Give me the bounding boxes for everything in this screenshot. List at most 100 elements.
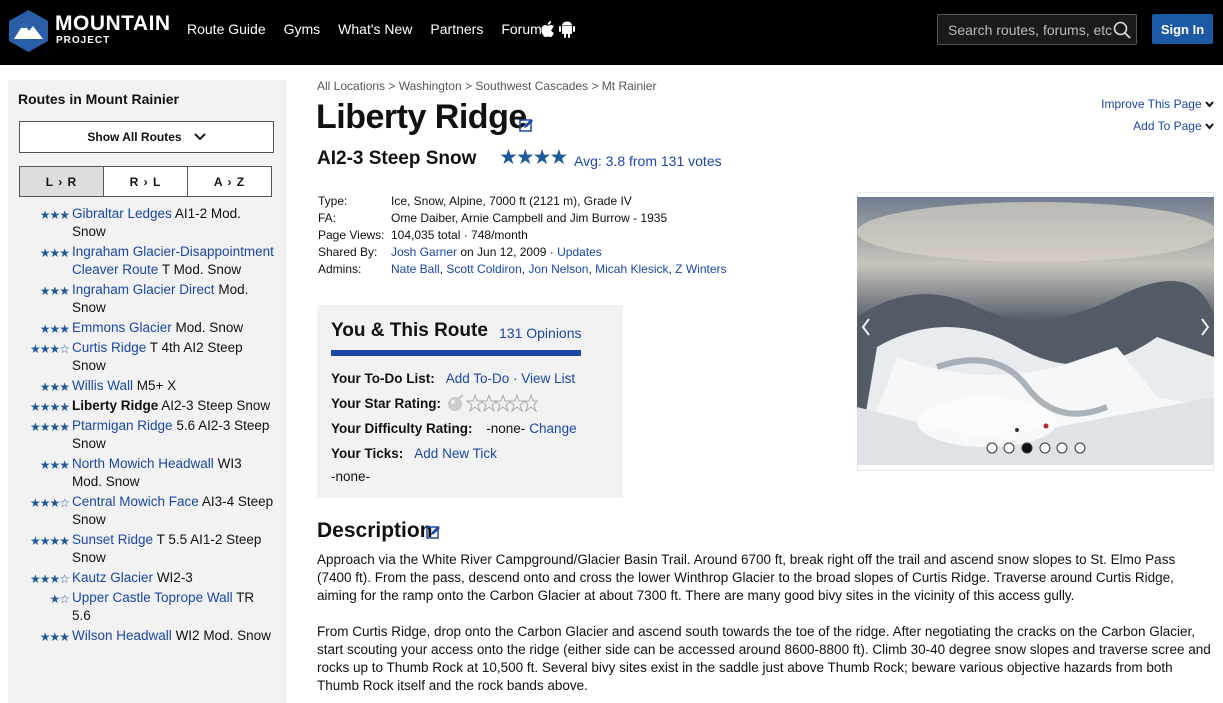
- route-list-item[interactable]: ★★★☆ Central Mowich Face AI3-4 Steep Snow: [8, 493, 287, 529]
- route-grade-text: Mod. Snow: [175, 320, 244, 335]
- route-name-link[interactable]: Gibraltar Ledges: [72, 206, 172, 221]
- route-list-item[interactable]: ★★★☆ Kautz Glacier WI2-3: [8, 569, 287, 587]
- route-name-link[interactable]: Curtis Ridge: [72, 340, 146, 355]
- admin-link[interactable]: Micah Klesick: [595, 262, 668, 276]
- android-icon[interactable]: [559, 20, 575, 38]
- route-rating-text[interactable]: Avg: 3.8 from 131 votes: [574, 153, 722, 169]
- view-list-link[interactable]: View List: [521, 371, 575, 386]
- carousel-dot[interactable]: [1056, 442, 1068, 454]
- carousel-dot[interactable]: [1003, 442, 1015, 454]
- route-name-link[interactable]: Kautz Glacier: [72, 570, 153, 585]
- add-todo-link[interactable]: Add To-Do: [446, 371, 510, 386]
- nav-gyms[interactable]: Gyms: [284, 21, 321, 37]
- admin-link[interactable]: Z Winters: [675, 262, 726, 276]
- chevron-down-icon: [1205, 101, 1214, 108]
- you-and-this-route-panel: You & This Route 131 Opinions Your To-Do…: [317, 305, 623, 498]
- shared-by-label: Shared By:: [318, 245, 378, 259]
- admin-link[interactable]: Scott Coldiron: [446, 262, 521, 276]
- sort-right-left-button[interactable]: R › L: [104, 167, 188, 196]
- type-value: Ice, Snow, Alpine, 7000 ft (2121 m), Gra…: [391, 194, 632, 208]
- main-nav: Route Guide Gyms What's New Partners For…: [187, 21, 560, 37]
- mountain-logo-icon: [9, 10, 48, 52]
- logo-text-mountain: MOUNTAIN: [55, 12, 171, 35]
- add-to-page-link[interactable]: Add To Page: [1101, 115, 1214, 137]
- route-name-link[interactable]: Sunset Ridge: [72, 532, 153, 547]
- carousel-dot[interactable]: [1039, 442, 1051, 454]
- route-list-item[interactable]: ★☆ Upper Castle Toprope Wall TR 5.6: [8, 589, 287, 625]
- route-name-link[interactable]: Liberty Ridge: [72, 398, 158, 413]
- route-list-item[interactable]: ★★★☆ Curtis Ridge T 4th AI2 Steep Snow: [8, 339, 287, 375]
- breadcrumb-mt-rainier[interactable]: Mt Rainier: [602, 79, 657, 93]
- route-grade: AI2-3 Steep Snow: [317, 148, 477, 169]
- app-links: [541, 20, 575, 38]
- route-photo[interactable]: [857, 197, 1214, 465]
- route-list-item[interactable]: ★★★ Emmons Glacier Mod. Snow: [8, 319, 287, 337]
- route-list-item[interactable]: ★★★ Willis Wall M5+ X: [8, 377, 287, 395]
- empty-stars-rating-input[interactable]: [466, 394, 539, 412]
- admin-link[interactable]: Nate Ball: [391, 262, 440, 276]
- route-name-link[interactable]: Ingraham Glacier Direct: [72, 282, 215, 297]
- top-navbar: MOUNTAIN PROJECT Route Guide Gyms What's…: [0, 0, 1223, 65]
- edit-description-icon[interactable]: [426, 525, 441, 540]
- nav-whats-new[interactable]: What's New: [338, 21, 412, 37]
- todo-row: Your To-Do List: Add To-Do · View List: [331, 371, 576, 386]
- route-stars-icon: ★★★: [39, 458, 70, 472]
- chevron-down-icon: [1205, 123, 1214, 130]
- route-name-link[interactable]: Ptarmigan Ridge: [72, 418, 173, 433]
- apple-icon[interactable]: [541, 20, 555, 38]
- route-list-item[interactable]: ★★★★ Liberty Ridge AI2-3 Steep Snow: [8, 397, 287, 415]
- route-list-item[interactable]: ★★★ Wilson Headwall WI2 Mod. Snow: [8, 627, 287, 645]
- add-new-tick-link[interactable]: Add New Tick: [414, 446, 497, 461]
- route-list-item[interactable]: ★★★ Ingraham Glacier-Disappointment Cleav…: [8, 243, 287, 279]
- route-stars-icon: ★★★★: [29, 420, 70, 434]
- shared-by-user-link[interactable]: Josh Garner: [391, 245, 457, 259]
- fa-value: Ome Daiber, Arnie Campbell and Jim Burro…: [391, 211, 668, 225]
- route-list-item[interactable]: ★★★★ Ptarmigan Ridge 5.6 AI2-3 Steep Snow: [8, 417, 287, 453]
- route-name-link[interactable]: Central Mowich Face: [72, 494, 199, 509]
- route-name-link[interactable]: Willis Wall: [72, 378, 133, 393]
- sort-alpha-button[interactable]: A › Z: [188, 167, 271, 196]
- route-details: Type: Ice, Snow, Alpine, 7000 ft (2121 m)…: [318, 194, 727, 276]
- star-rating-row: Your Star Rating:: [331, 394, 539, 412]
- search-icon[interactable]: [1113, 21, 1131, 39]
- opinions-link[interactable]: 131 Opinions: [499, 325, 582, 341]
- route-list-item[interactable]: ★★★ North Mowich Headwall WI3 Mod. Snow: [8, 455, 287, 491]
- route-name-link[interactable]: North Mowich Headwall: [72, 456, 214, 471]
- route-list-item[interactable]: ★★★★ Sunset Ridge T 5.5 AI1-2 Steep Snow: [8, 531, 287, 567]
- sign-in-button[interactable]: Sign In: [1152, 14, 1213, 44]
- route-list-item[interactable]: ★★★ Gibraltar Ledges AI1-2 Mod. Snow: [8, 205, 287, 241]
- carousel-dot-active[interactable]: [1021, 442, 1033, 454]
- site-logo[interactable]: MOUNTAIN PROJECT: [8, 9, 171, 53]
- route-grade-text: WI2 Mod. Snow: [175, 628, 271, 643]
- page-title: Liberty Ridge: [316, 98, 527, 136]
- route-name-link[interactable]: Upper Castle Toprope Wall: [72, 590, 233, 605]
- ticks-row: Your Ticks: Add New Tick: [331, 446, 497, 461]
- improve-page-label: Improve This Page: [1101, 97, 1202, 111]
- route-photo-carousel[interactable]: [857, 197, 1214, 465]
- search-input[interactable]: [938, 15, 1114, 44]
- difficulty-value: -none-: [486, 421, 526, 436]
- breadcrumb-southwest-cascades[interactable]: Southwest Cascades: [475, 79, 588, 93]
- search-box: [937, 14, 1137, 45]
- nav-forum[interactable]: Forum: [501, 21, 541, 37]
- nav-partners[interactable]: Partners: [430, 21, 483, 37]
- carousel-dot[interactable]: [986, 442, 998, 454]
- bomb-rating-icon[interactable]: [447, 394, 465, 412]
- route-name-link[interactable]: Wilson Headwall: [72, 628, 172, 643]
- improve-page-link[interactable]: Improve This Page: [1101, 93, 1214, 115]
- sort-left-right-button[interactable]: L › R: [20, 167, 104, 196]
- breadcrumb-washington[interactable]: Washington: [399, 79, 462, 93]
- nav-route-guide[interactable]: Route Guide: [187, 21, 266, 37]
- page-views-value: 104,035 total · 748/month: [391, 228, 528, 242]
- admin-link[interactable]: Jon Nelson: [528, 262, 588, 276]
- route-stars-icon: ★★★: [39, 246, 70, 260]
- edit-title-icon[interactable]: [519, 118, 534, 133]
- updates-link[interactable]: Updates: [557, 245, 602, 259]
- route-stars-icon: ★★★: [39, 322, 70, 336]
- route-list-item[interactable]: ★★★ Ingraham Glacier Direct Mod. Snow: [8, 281, 287, 317]
- route-name-link[interactable]: Emmons Glacier: [72, 320, 172, 335]
- show-all-routes-dropdown[interactable]: Show All Routes: [19, 121, 274, 153]
- change-difficulty-link[interactable]: Change: [529, 421, 576, 436]
- carousel-dot[interactable]: [1074, 442, 1086, 454]
- breadcrumb-all-locations[interactable]: All Locations: [317, 79, 385, 93]
